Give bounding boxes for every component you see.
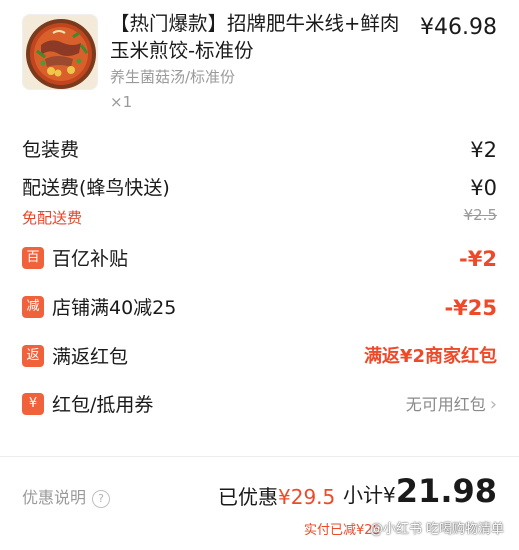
store-discount-label: 店铺满40减25 [52, 297, 177, 319]
delivery-fee-label: 配送费(蜂鸟快送) [22, 177, 170, 199]
coupon-status: 无可用红包 [405, 395, 486, 414]
original-delivery-fee: ¥2.5 [463, 206, 497, 224]
delivery-fee-value: ¥0 [470, 176, 497, 200]
packaging-fee-label: 包装费 [22, 139, 80, 161]
noodle-bowl-image [23, 15, 97, 89]
subsidy-value: -¥2 [459, 247, 497, 271]
saved-amount: 已优惠¥29.5 [218, 481, 335, 510]
discount-explanation[interactable]: 优惠说明? [22, 484, 111, 508]
discount-row-store: 减 店铺满40减25 -¥25 [22, 293, 497, 323]
store-discount-value: -¥25 [444, 296, 497, 320]
section-divider [0, 456, 519, 457]
product-thumbnail[interactable] [22, 14, 98, 90]
subtotal-label: 小计 [343, 483, 384, 507]
subtotal: 小计¥21.98 [343, 472, 497, 510]
product-quantity: ×1 [110, 93, 133, 111]
subtotal-value: 21.98 [395, 472, 497, 510]
order-item: 【热门爆款】招牌肥牛米线+鲜肉玉米煎饺-标准份 ¥46.98 养生菌菇汤/标准份… [0, 0, 519, 120]
packaging-fee-value: ¥2 [470, 138, 497, 162]
coupon-selector[interactable]: 无可用红包 › [406, 390, 497, 420]
cashback-badge-icon: 返 [22, 345, 44, 367]
coupon-label: 红包/抵用券 [52, 394, 154, 416]
product-title[interactable]: 【热门爆款】招牌肥牛米线+鲜肉玉米煎饺-标准份 [110, 10, 410, 64]
packaging-fee-row: 包装费 ¥2 [22, 135, 497, 165]
saved-label: 已优惠 [218, 485, 278, 509]
subsidy-badge-icon: 百 [22, 247, 44, 269]
saved-value: ¥29.5 [278, 485, 336, 509]
product-spec: 养生菌菇汤/标准份 [110, 68, 236, 86]
delivery-fee-row: 配送费(蜂鸟快送) ¥0 [22, 173, 497, 203]
chevron-right-icon: › [489, 394, 497, 415]
cashback-label: 满返红包 [52, 346, 129, 368]
product-price: ¥46.98 [420, 15, 497, 40]
reduction-badge-icon: 减 [22, 296, 44, 318]
cashback-value: 满返¥2商家红包 [363, 346, 497, 367]
question-mark-icon[interactable]: ? [92, 490, 111, 508]
subsidy-label: 百亿补贴 [52, 248, 129, 270]
coupon-badge-icon: ¥ [22, 393, 44, 415]
watermark: @小红书 吃喝购物清单 [370, 522, 505, 537]
discount-row-subsidy: 百 百亿补贴 -¥2 [22, 244, 497, 274]
discount-row-cashback: 返 满返红包 满返¥2商家红包 [22, 342, 497, 372]
discount-explanation-label: 优惠说明 [22, 488, 87, 507]
free-delivery-label: 免配送费 [22, 209, 83, 227]
subtotal-currency: ¥ [383, 483, 396, 507]
